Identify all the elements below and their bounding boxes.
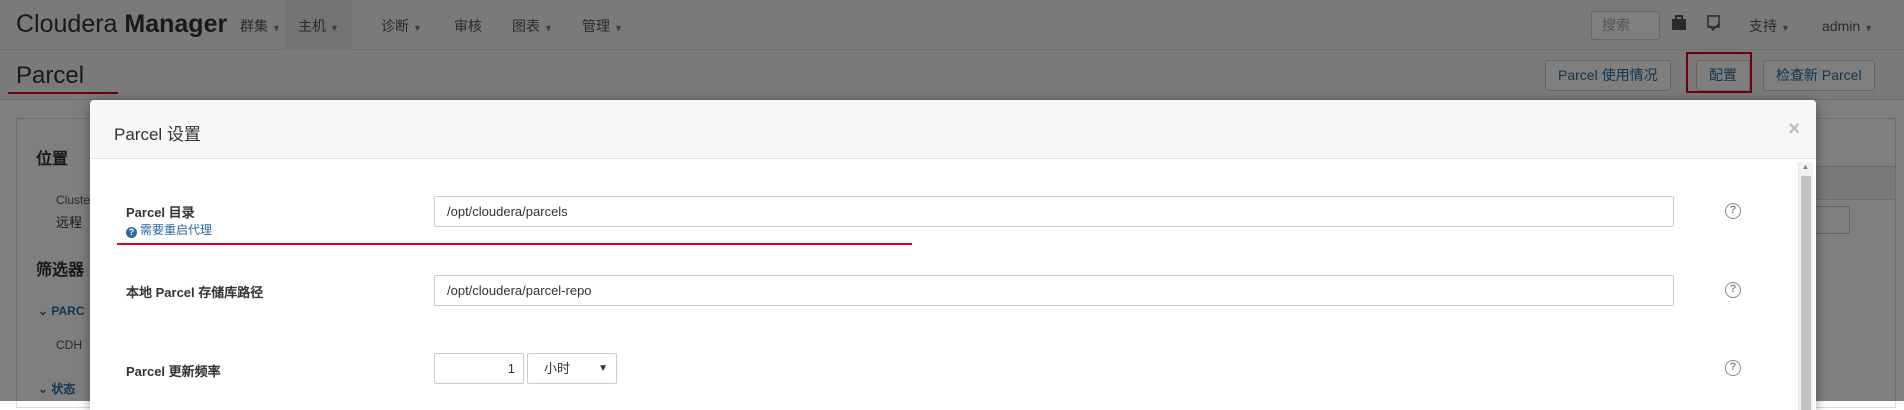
question-circle-icon: ? (126, 227, 137, 238)
parcel-dir-highlight-underline (117, 243, 912, 245)
update-frequency-input[interactable] (434, 353, 524, 384)
dialog-title: Parcel 设置 (114, 125, 201, 144)
restart-agent-note-text: 需要重启代理 (140, 223, 213, 237)
local-repo-path-label: 本地 Parcel 存储库路径 (126, 285, 264, 300)
scrollbar-thumb[interactable] (1801, 176, 1811, 410)
restart-agent-note[interactable]: ? 需要重启代理 (126, 221, 212, 238)
local-repo-path-input[interactable] (434, 275, 1674, 306)
parcel-directory-input[interactable] (434, 196, 1674, 227)
scroll-up-arrow-icon[interactable]: ▲ (1802, 164, 1809, 171)
parcel-directory-label: Parcel 目录 (126, 205, 195, 220)
close-icon[interactable]: × (1788, 118, 1800, 141)
frequency-unit-select[interactable]: 小时 ▼ (527, 353, 617, 384)
parcel-settings-dialog: Parcel 设置 × Parcel 目录 ?需要重启代理 ? 本地 Parce… (90, 100, 1816, 410)
help-icon[interactable]: ? (1725, 360, 1741, 376)
help-icon[interactable]: ? (1725, 282, 1741, 298)
dialog-header: Parcel 设置 × (90, 100, 1816, 159)
frequency-unit-value: 小时 (544, 361, 571, 376)
chevron-down-icon: ▼ (598, 363, 608, 374)
dialog-scrollbar[interactable]: ▲ (1798, 162, 1813, 410)
help-icon[interactable]: ? (1725, 203, 1741, 219)
update-frequency-label: Parcel 更新频率 (126, 364, 221, 379)
